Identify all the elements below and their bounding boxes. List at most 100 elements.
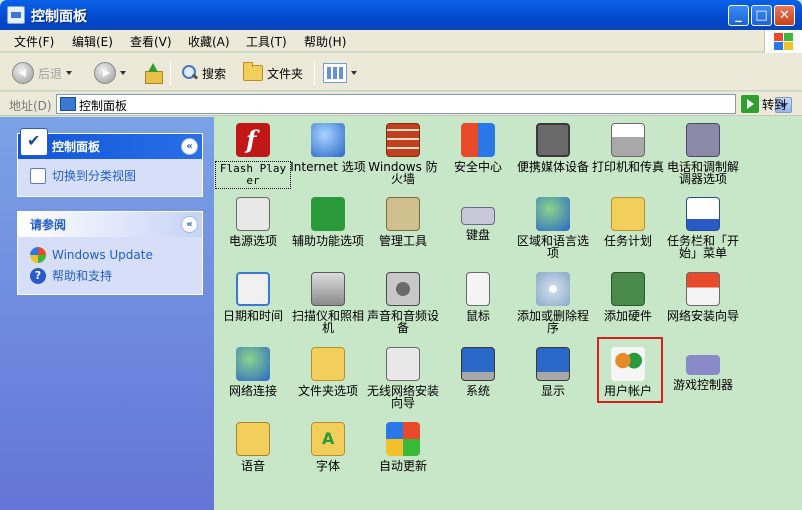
mouse-icon bbox=[466, 272, 490, 306]
address-label: 地址(D) bbox=[9, 99, 52, 113]
search-icon bbox=[180, 64, 198, 82]
see-also-panel: 请参阅 « Windows Update ? 帮助和支持 bbox=[17, 211, 203, 295]
item-scheduled-tasks[interactable]: 任务计划 bbox=[590, 197, 666, 247]
control-panel-small-icon bbox=[60, 97, 76, 111]
switch-view-icon bbox=[30, 167, 46, 184]
help-icon: ? bbox=[30, 267, 46, 284]
menu-help[interactable]: 帮助(H) bbox=[304, 33, 346, 50]
help-support-link[interactable]: ? 帮助和支持 bbox=[30, 267, 112, 284]
folders-icon bbox=[243, 62, 263, 81]
item-add-remove-programs[interactable]: 添加或删除程序 bbox=[515, 272, 591, 334]
item-admin-tools[interactable]: 管理工具 bbox=[365, 197, 441, 247]
network-house-icon bbox=[686, 272, 720, 306]
go-button[interactable]: 转到 bbox=[741, 95, 786, 113]
item-label: 扫描仪和照相机 bbox=[291, 309, 364, 335]
item-label: 字体 bbox=[315, 459, 340, 473]
item-mouse[interactable]: 鼠标 bbox=[440, 272, 516, 322]
menu-favorites[interactable]: 收藏(A) bbox=[188, 33, 230, 50]
item-windows-firewall[interactable]: Windows 防火墙 bbox=[365, 123, 441, 185]
task-pane: 控制面板 « 切换到分类视图 请参阅 « Windows Update ? 帮助… bbox=[0, 117, 214, 510]
views-icon bbox=[323, 63, 347, 83]
control-panel-task-panel: 控制面板 « 切换到分类视图 bbox=[17, 128, 203, 197]
address-input[interactable]: 控制面板 bbox=[56, 94, 792, 114]
wireless-icon bbox=[386, 347, 420, 381]
forward-dropdown-icon[interactable] bbox=[120, 71, 126, 75]
shield-icon bbox=[461, 123, 495, 157]
menu-edit[interactable]: 编辑(E) bbox=[72, 33, 113, 50]
collapse-button[interactable]: « bbox=[181, 216, 198, 233]
item-folder-options[interactable]: 文件夹选项 bbox=[290, 347, 366, 397]
hardware-icon bbox=[611, 272, 645, 306]
item-system[interactable]: 系统 bbox=[440, 347, 516, 397]
item-keyboard[interactable]: 键盘 bbox=[440, 197, 516, 241]
item-regional-language[interactable]: 区域和语言选项 bbox=[515, 197, 591, 259]
back-label: 后退 bbox=[38, 66, 63, 81]
link-label: 切换到分类视图 bbox=[52, 169, 137, 183]
item-display[interactable]: 显示 bbox=[515, 347, 591, 397]
maximize-button[interactable]: □ bbox=[751, 5, 772, 26]
menu-view[interactable]: 查看(V) bbox=[130, 33, 172, 50]
forward-arrow-icon bbox=[94, 62, 116, 84]
item-taskbar-start[interactable]: 任务栏和「开始」菜单 bbox=[665, 197, 741, 259]
icon-view: Flash Player Internet 选项 Windows 防火墙 安全中… bbox=[214, 117, 802, 510]
panel-header[interactable]: 控制面板 « bbox=[18, 128, 202, 159]
link-label: 帮助和支持 bbox=[52, 269, 113, 283]
windows-update-icon bbox=[386, 422, 420, 456]
minimize-button[interactable]: _ bbox=[728, 5, 749, 26]
speaker-icon bbox=[386, 272, 420, 306]
item-label: 便携媒体设备 bbox=[516, 160, 589, 174]
item-portable-media[interactable]: 便携媒体设备 bbox=[515, 123, 591, 173]
item-label: Flash Player bbox=[215, 161, 291, 189]
item-game-controllers[interactable]: 游戏控制器 bbox=[665, 347, 741, 391]
item-label: 文件夹选项 bbox=[297, 384, 358, 398]
item-accessibility[interactable]: 辅助功能选项 bbox=[290, 197, 366, 247]
title-bar[interactable]: 控制面板 _ □ ✕ bbox=[0, 0, 802, 30]
item-network-setup[interactable]: 网络安装向导 bbox=[665, 272, 741, 322]
item-fonts[interactable]: 字体 bbox=[290, 422, 366, 472]
item-label: 声音和音频设备 bbox=[366, 309, 439, 335]
item-wireless-setup[interactable]: 无线网络安装向导 bbox=[365, 347, 441, 409]
windows-update-link[interactable]: Windows Update bbox=[30, 247, 153, 263]
windows-logo-icon bbox=[764, 30, 802, 54]
item-flash-player[interactable]: Flash Player bbox=[215, 123, 291, 189]
folders-button[interactable]: 文件夹 bbox=[243, 61, 303, 85]
panel-title: 请参阅 bbox=[30, 218, 67, 232]
item-automatic-updates[interactable]: 自动更新 bbox=[365, 422, 441, 472]
menu-bar: 文件(F) 编辑(E) 查看(V) 收藏(A) 工具(T) 帮助(H) bbox=[0, 30, 802, 52]
item-scanners-cameras[interactable]: 扫描仪和照相机 bbox=[290, 272, 366, 334]
switch-to-category-view-link[interactable]: 切换到分类视图 bbox=[30, 167, 136, 184]
item-label: 安全中心 bbox=[453, 160, 502, 174]
keyboard-icon bbox=[461, 207, 495, 225]
link-label: Windows Update bbox=[52, 248, 153, 262]
menu-tools[interactable]: 工具(T) bbox=[246, 33, 287, 50]
panel-header[interactable]: 请参阅 « bbox=[18, 212, 202, 237]
user-accounts-highlight bbox=[597, 337, 663, 403]
forward-button[interactable] bbox=[94, 61, 126, 85]
search-button[interactable]: 搜索 bbox=[180, 61, 226, 85]
back-button[interactable]: 后退 bbox=[12, 61, 73, 85]
item-label: 辅助功能选项 bbox=[291, 234, 364, 248]
power-icon bbox=[236, 197, 270, 231]
item-speech[interactable]: 语音 bbox=[215, 422, 291, 472]
back-dropdown-icon[interactable] bbox=[66, 71, 73, 75]
close-button[interactable]: ✕ bbox=[774, 5, 795, 26]
collapse-button[interactable]: « bbox=[181, 138, 198, 155]
item-power-options[interactable]: 电源选项 bbox=[215, 197, 291, 247]
item-add-hardware[interactable]: 添加硬件 bbox=[590, 272, 666, 322]
item-network-connections[interactable]: 网络连接 bbox=[215, 347, 291, 397]
item-security-center[interactable]: 安全中心 bbox=[440, 123, 516, 173]
font-folder-icon bbox=[311, 422, 345, 456]
up-button[interactable] bbox=[143, 61, 163, 85]
printer-icon bbox=[611, 123, 645, 157]
folders-label: 文件夹 bbox=[267, 66, 304, 81]
item-printers-faxes[interactable]: 打印机和传真 bbox=[590, 123, 666, 173]
item-sounds-audio[interactable]: 声音和音频设备 bbox=[365, 272, 441, 334]
go-arrow-icon bbox=[741, 95, 759, 113]
go-label: 转到 bbox=[762, 97, 787, 112]
views-button[interactable] bbox=[323, 61, 357, 85]
item-internet-options[interactable]: Internet 选项 bbox=[290, 123, 366, 173]
item-date-time[interactable]: 日期和时间 bbox=[215, 272, 291, 322]
item-phone-modem[interactable]: 电话和调制解调器选项 bbox=[665, 123, 741, 185]
item-label: 任务计划 bbox=[603, 234, 652, 248]
menu-file[interactable]: 文件(F) bbox=[14, 33, 54, 50]
